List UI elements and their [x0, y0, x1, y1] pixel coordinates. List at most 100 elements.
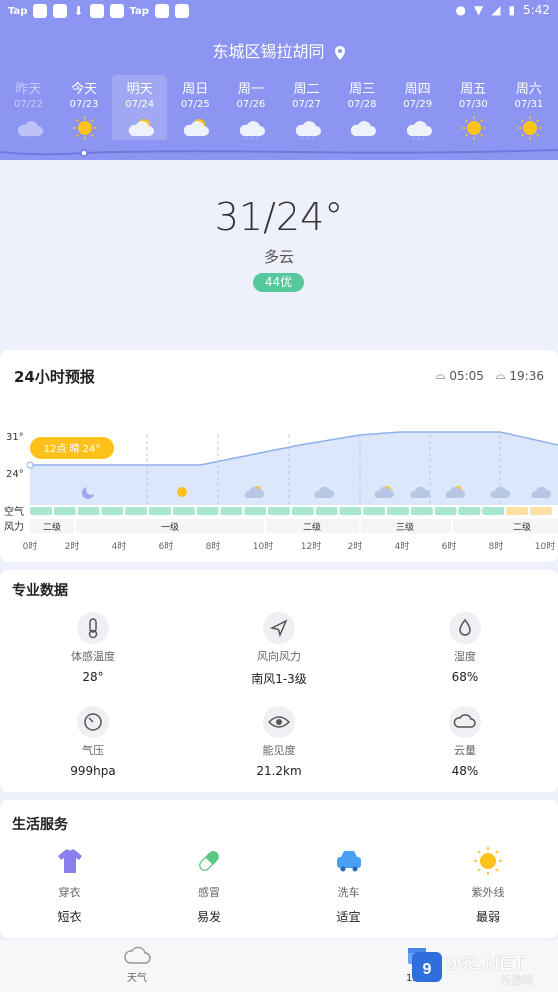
pro-item: 体感温度 28°	[0, 612, 186, 684]
pro-data-card: 专业数据 体感温度 28° 风向风力 南风1-3级 湿度 68% 气压 999hpa 能见度 21…	[0, 570, 558, 792]
cloud-rain-icon	[294, 116, 321, 141]
day-name: 周六	[515, 82, 542, 97]
life-item-value: 易发	[196, 910, 221, 924]
air-quality-bar	[315, 507, 338, 515]
pro-item: 能见度 21.2km	[186, 706, 372, 778]
pro-item-value: 21.2km	[256, 764, 302, 778]
pro-item: 云量 48%	[372, 706, 558, 778]
life-item-value: 短衣	[57, 910, 82, 924]
y-max-label: 31°	[6, 432, 24, 443]
sunrise-time: 05:05	[449, 368, 484, 383]
header-wave	[0, 140, 558, 157]
life-item[interactable]: 感冒 易发	[140, 846, 279, 925]
location-pin-icon	[334, 45, 345, 60]
hourly-chart[interactable]: 31° 24° 12点 晴 24° 空气风力 二级 一级 二级 三级 二级 0时 2时 4时 6时 8时 1…	[0, 415, 558, 560]
air-quality-bar	[506, 507, 528, 515]
air-quality-bar	[291, 507, 314, 515]
air-quality-bar	[172, 507, 195, 515]
air-quality-bar	[529, 507, 552, 515]
day-item[interactable]: 周五 07/30	[446, 78, 501, 140]
hour-label: 6时	[442, 540, 457, 552]
air-quality-bar	[458, 507, 481, 515]
wind-row	[30, 519, 558, 533]
air-quality-bar	[53, 507, 76, 515]
sun-icon	[460, 116, 487, 140]
day-date: 07/25	[180, 99, 210, 110]
air-quality-bar	[101, 507, 124, 515]
location-title[interactable]: 东城区锡拉胡同	[0, 38, 558, 62]
sun-icon	[177, 487, 187, 497]
day-item[interactable]: 明天 07/24	[112, 75, 168, 150]
life-item-label: 穿衣	[58, 886, 81, 899]
hourly-forecast-card: 24小时预报 ⌓ 05:05 ⌓ 19:36 31° 24° 12点 晴 24° 空气…	[0, 350, 558, 562]
air-label: 空气	[4, 505, 24, 518]
life-item[interactable]: 紫外线 最弱	[419, 846, 558, 925]
notification-icon	[33, 4, 48, 18]
current-temperature: 31/24°	[214, 195, 344, 239]
day-item[interactable]: 周四 07/29	[390, 78, 445, 141]
location-name[interactable]: 东城区锡拉胡同	[212, 42, 324, 61]
life-item[interactable]: 洗车 适宜	[279, 846, 418, 925]
tooltip-text: 12点 晴 24°	[44, 442, 101, 455]
day-item[interactable]: 周二 07/27	[279, 78, 334, 141]
pro-item: 气压 999hpa	[0, 706, 186, 778]
current-condition: 多云	[263, 248, 294, 266]
cloud-icon	[449, 706, 481, 738]
aqi-badge[interactable]: 44优	[253, 273, 304, 292]
day-name: 周五	[460, 82, 487, 97]
air-quality-bar	[244, 507, 267, 515]
cloud-rain-icon	[16, 116, 43, 141]
air-quality-bar	[149, 507, 171, 515]
daily-forecast-strip: 昨天 07/22 今天 07/23 明天 07/24 周日 07/25 周一 07/26 周二 07/…	[0, 75, 558, 150]
pro-item-label: 湿度	[454, 650, 476, 663]
wind-label: 风力	[4, 520, 24, 533]
cloud-rain-icon	[405, 116, 432, 141]
hourly-title: 24小时预报	[14, 368, 95, 386]
watermark-sub: 乐游网	[500, 974, 533, 987]
life-item-value: 适宜	[336, 910, 361, 924]
hour-label: 6时	[159, 540, 174, 552]
day-date: 07/26	[236, 99, 266, 110]
watermark-logo: 9 962.NET 乐游网	[412, 952, 533, 987]
life-item-value: 最弱	[475, 910, 500, 924]
partly-cloudy-icon	[182, 116, 210, 138]
app-icon	[174, 4, 189, 18]
pro-item-label: 气压	[82, 744, 104, 757]
shirt-icon	[55, 846, 85, 876]
sunrise-icon: ⌓	[435, 368, 446, 382]
sun-times: ⌓ 05:05 ⌓ 19:36	[436, 368, 544, 383]
notification-icon	[89, 4, 104, 18]
day-item[interactable]: 今天 07/23	[57, 78, 112, 140]
hour-label: 2时	[65, 540, 80, 552]
day-name: 周二	[293, 82, 320, 97]
day-name: 昨天	[15, 82, 42, 97]
sunset-icon: ⌓	[495, 368, 506, 382]
hour-label: 8时	[489, 540, 504, 552]
air-quality-bar	[410, 507, 433, 515]
day-date: 07/28	[347, 99, 377, 110]
cloud-rain-icon	[238, 116, 265, 141]
sun-icon	[71, 116, 98, 140]
pro-item: 风向风力南风1-3级	[186, 612, 372, 687]
day-item[interactable]: 周三 07/28	[335, 78, 390, 138]
day-item[interactable]: 周一 07/26	[223, 78, 278, 141]
hour-label: 10时	[535, 540, 555, 552]
air-quality-bar	[77, 507, 100, 515]
pro-item-label: 体感温度	[71, 650, 115, 663]
life-item[interactable]: 穿衣 短衣	[0, 846, 139, 925]
day-name: 明天	[126, 82, 153, 97]
day-date: 07/30	[458, 99, 488, 110]
humidity-icon	[449, 612, 481, 644]
pro-item-value: 南风1-3级	[251, 672, 307, 686]
air-quality-bar	[220, 507, 243, 515]
pro-item-label: 风向风力	[257, 650, 301, 663]
day-item[interactable]: 周日 07/25	[168, 78, 223, 138]
pro-item-value: 68%	[451, 670, 479, 684]
wind-level: 一级	[161, 521, 179, 533]
header: Tap ⬇ Tap ● ▼ ◢ ▮ 5:42 东城区锡拉胡同 昨天 07/22 今天…	[0, 0, 558, 160]
air-quality-bar	[434, 507, 457, 515]
day-item[interactable]: 周六 07/31	[501, 78, 556, 140]
day-item[interactable]: 昨天 07/22	[1, 78, 56, 141]
svg-text:9: 9	[423, 961, 432, 978]
tab-weather[interactable]: 天气	[122, 944, 152, 984]
